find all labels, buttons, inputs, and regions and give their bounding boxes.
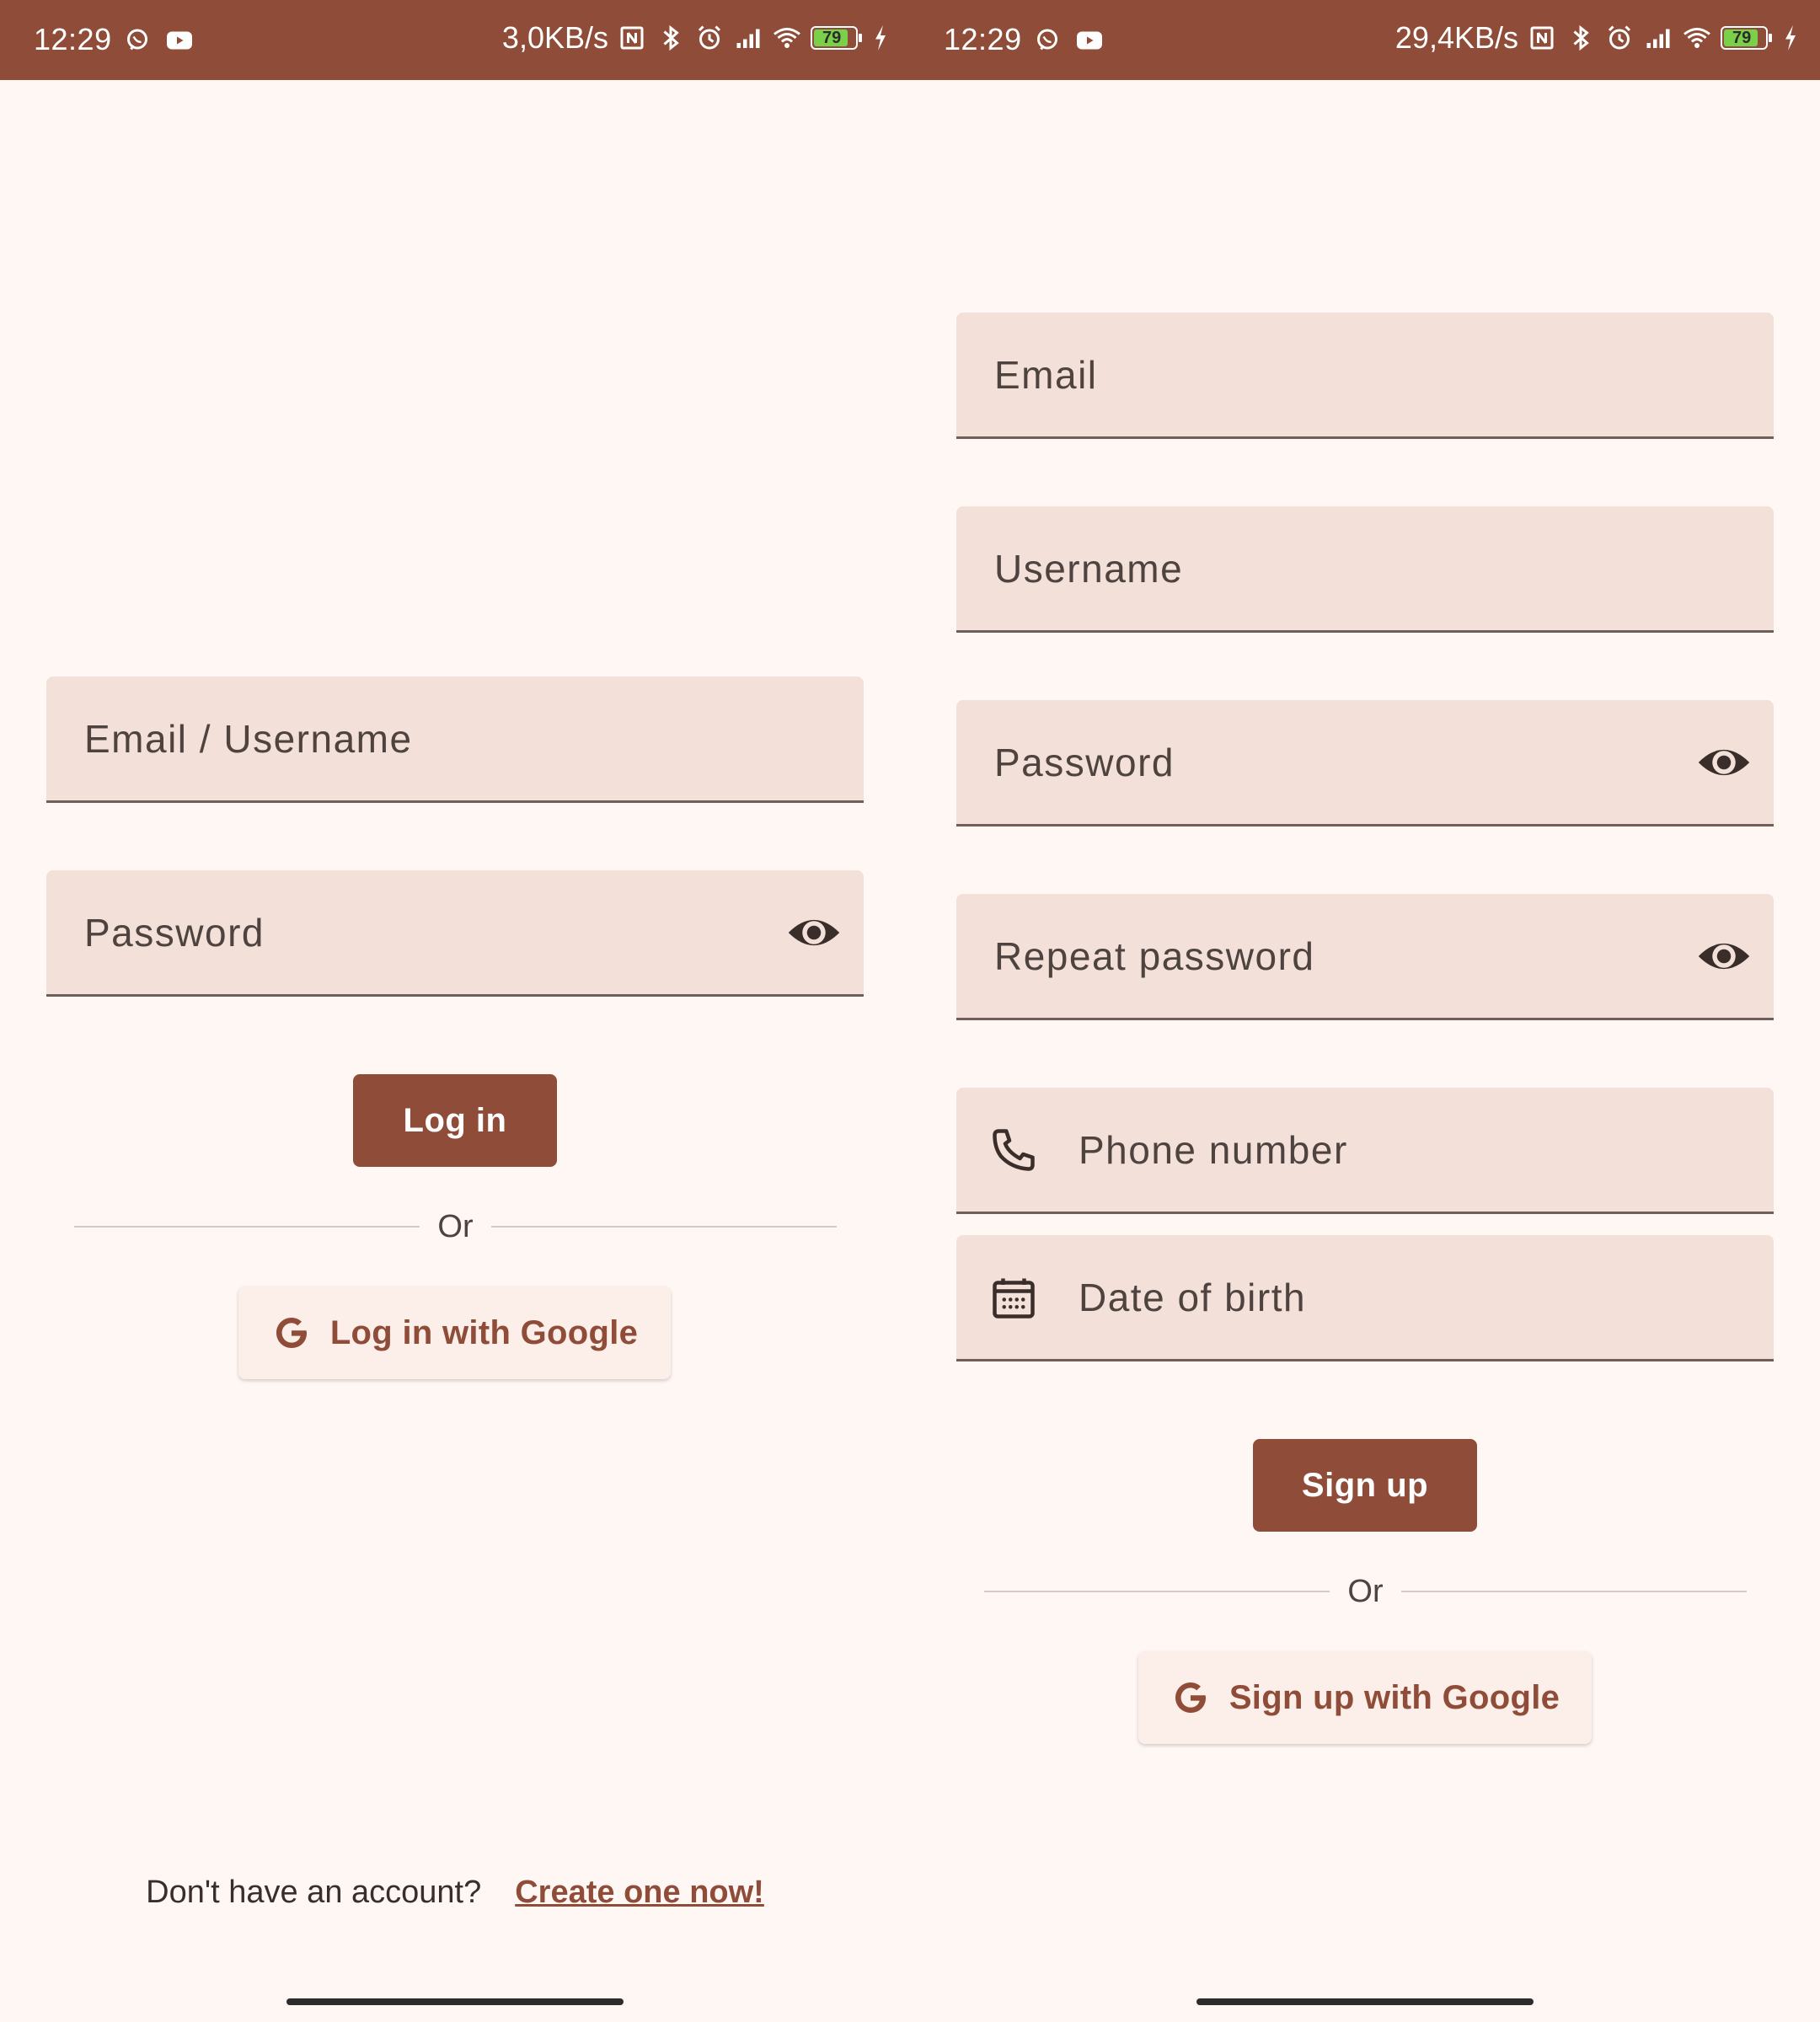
password-label: Password bbox=[994, 740, 1175, 784]
two-screen-composite: 12:29 3,0KB/s 79 Email / Username Passwo… bbox=[0, 0, 1820, 2022]
home-indicator[interactable] bbox=[1196, 1998, 1534, 2005]
battery-icon: 79 bbox=[1721, 25, 1773, 51]
youtube-icon bbox=[1074, 25, 1105, 56]
charging-icon bbox=[871, 23, 890, 53]
network-speed: 3,0KB/s bbox=[501, 20, 608, 55]
bluetooth-icon bbox=[1566, 23, 1596, 53]
create-account-link[interactable]: Create one now! bbox=[515, 1875, 764, 1910]
battery-level: 79 bbox=[822, 29, 842, 47]
calendar-icon bbox=[988, 1272, 1039, 1323]
eye-icon[interactable] bbox=[1696, 928, 1752, 984]
wifi-icon bbox=[772, 23, 802, 53]
signup-prompt: Don't have an account? Create one now! bbox=[0, 1875, 910, 1911]
google-icon bbox=[271, 1313, 312, 1353]
battery-icon: 79 bbox=[811, 25, 863, 51]
or-divider: Or bbox=[28, 1209, 883, 1244]
wifi-icon bbox=[1682, 23, 1712, 53]
google-icon bbox=[1170, 1677, 1211, 1718]
home-indicator[interactable] bbox=[286, 1998, 624, 2005]
eye-icon[interactable] bbox=[786, 905, 842, 960]
signup-screen: 12:29 29,4KB/s 79 Email Username Passwor… bbox=[910, 0, 1820, 2022]
phone-number-label: Phone number bbox=[1079, 1127, 1348, 1172]
phone-number-field[interactable]: Phone number bbox=[956, 1088, 1774, 1214]
signup-button[interactable]: Sign up bbox=[1253, 1439, 1477, 1532]
google-login-label: Log in with Google bbox=[329, 1313, 639, 1351]
signal-icon bbox=[1643, 23, 1673, 53]
divider-text: Or bbox=[437, 1209, 474, 1244]
phone-icon bbox=[988, 1125, 1039, 1175]
email-field[interactable]: Email bbox=[956, 313, 1774, 439]
password-field[interactable]: Password bbox=[956, 700, 1774, 826]
repeat-password-label: Repeat password bbox=[994, 933, 1315, 978]
login-screen: 12:29 3,0KB/s 79 Email / Username Passwo… bbox=[0, 0, 910, 2022]
whatsapp-icon bbox=[122, 25, 153, 56]
username-label: Username bbox=[994, 546, 1184, 591]
alarm-icon bbox=[694, 23, 725, 53]
date-of-birth-field[interactable]: Date of birth bbox=[956, 1235, 1774, 1361]
repeat-password-field[interactable]: Repeat password bbox=[956, 894, 1774, 1020]
charging-icon bbox=[1781, 23, 1800, 53]
date-of-birth-label: Date of birth bbox=[1079, 1275, 1307, 1319]
email-username-label: Email / Username bbox=[84, 716, 413, 761]
nfc-icon bbox=[617, 23, 647, 53]
alarm-icon bbox=[1604, 23, 1635, 53]
youtube-icon bbox=[164, 25, 195, 56]
password-label: Password bbox=[84, 910, 265, 955]
google-login-button[interactable]: Log in with Google bbox=[238, 1286, 671, 1379]
password-field[interactable]: Password bbox=[46, 870, 864, 997]
nfc-icon bbox=[1527, 23, 1557, 53]
signup-prompt-text: Don't have an account? bbox=[146, 1875, 482, 1910]
google-signup-label: Sign up with Google bbox=[1228, 1678, 1560, 1716]
bluetooth-icon bbox=[656, 23, 686, 53]
network-speed: 29,4KB/s bbox=[1394, 20, 1518, 55]
email-label: Email bbox=[994, 352, 1098, 397]
username-field[interactable]: Username bbox=[956, 506, 1774, 633]
signal-icon bbox=[733, 23, 763, 53]
status-bar: 12:29 29,4KB/s 79 bbox=[910, 0, 1820, 80]
whatsapp-icon bbox=[1032, 25, 1063, 56]
status-system-icons: 29,4KB/s 79 bbox=[1395, 20, 1800, 56]
status-notification-icons bbox=[1032, 25, 1105, 56]
battery-level: 79 bbox=[1732, 29, 1752, 47]
login-button[interactable]: Log in bbox=[353, 1074, 557, 1167]
status-notification-icons bbox=[122, 25, 195, 56]
status-bar: 12:29 3,0KB/s 79 bbox=[0, 0, 910, 80]
status-time: 12:29 bbox=[34, 22, 112, 56]
or-divider: Or bbox=[938, 1574, 1793, 1609]
email-username-field[interactable]: Email / Username bbox=[46, 677, 864, 803]
divider-text: Or bbox=[1347, 1574, 1384, 1609]
status-system-icons: 3,0KB/s 79 bbox=[502, 20, 890, 56]
google-signup-button[interactable]: Sign up with Google bbox=[1138, 1651, 1592, 1744]
eye-icon[interactable] bbox=[1696, 735, 1752, 790]
status-time: 12:29 bbox=[944, 22, 1022, 56]
